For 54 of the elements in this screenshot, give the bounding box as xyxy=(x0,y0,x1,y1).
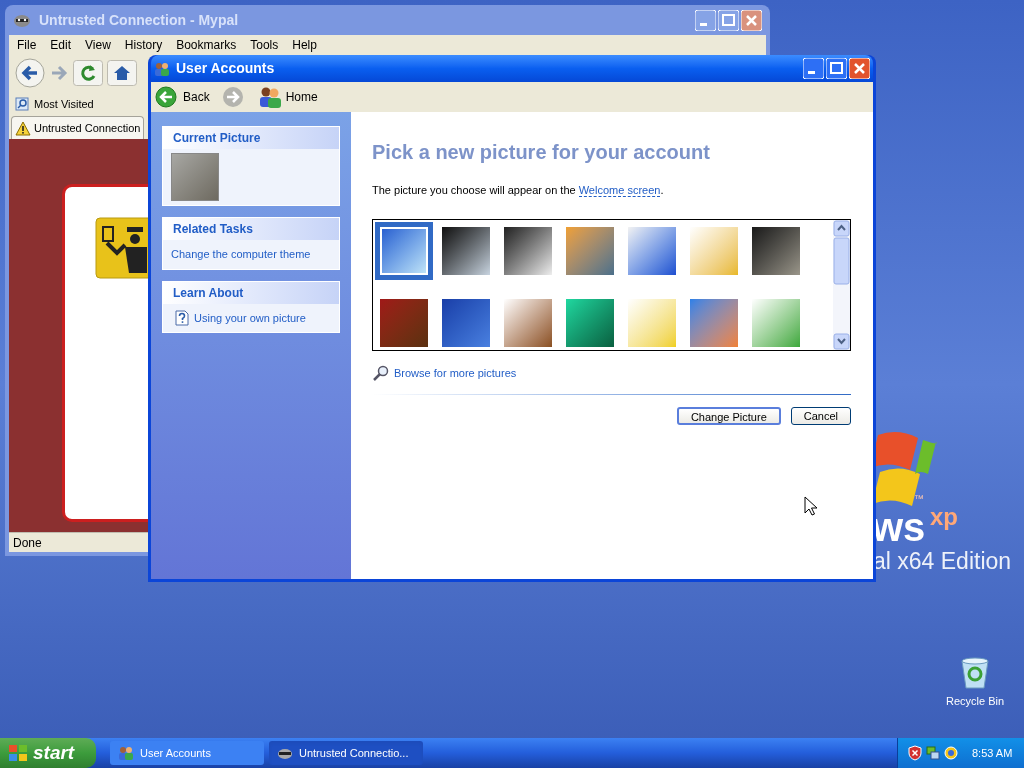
trademark-mark: ™ xyxy=(914,494,924,504)
task-link[interactable]: Change the computer theme xyxy=(171,244,331,265)
windows-flag-icon xyxy=(8,744,28,762)
menu-item[interactable]: Tools xyxy=(250,36,279,54)
description-text: The picture you choose will appear on the Welcome screen. xyxy=(372,183,665,199)
shield-icon[interactable] xyxy=(908,745,922,761)
panel-title: Current Picture xyxy=(163,127,339,149)
mouse-pointer-icon xyxy=(804,496,817,516)
photo-placeholder xyxy=(171,153,219,201)
warning-icon xyxy=(15,120,31,136)
maximize-icon[interactable] xyxy=(826,58,847,79)
menu-item[interactable]: Bookmarks xyxy=(176,36,237,54)
menu-item[interactable]: Edit xyxy=(50,36,72,54)
recycle-bin-icon[interactable] xyxy=(959,655,991,689)
clock-text: 8:53 AM xyxy=(972,745,1013,761)
scrollbar-drawing[interactable] xyxy=(833,219,850,350)
reload-icon[interactable] xyxy=(73,60,103,86)
minimize-icon[interactable] xyxy=(803,58,824,79)
menu-item[interactable]: View xyxy=(85,36,111,54)
logo-superscript: xp xyxy=(930,505,958,529)
dialog-button[interactable]: Cancel xyxy=(790,406,851,425)
start-button[interactable]: start xyxy=(0,738,96,768)
users-icon xyxy=(118,745,134,761)
minimize-icon[interactable] xyxy=(695,9,716,31)
window-title: Untrusted Connection - Mypal xyxy=(39,10,239,30)
taskbar-button[interactable]: User Accounts xyxy=(110,741,264,765)
maximize-icon[interactable] xyxy=(718,9,739,31)
browse-link[interactable]: Browse for more pictures xyxy=(394,364,517,382)
back-icon[interactable] xyxy=(15,58,45,88)
magnifier-page-icon xyxy=(15,97,29,111)
panel-title: Related Tasks xyxy=(163,218,339,240)
desktop-icon-label[interactable]: Recycle Bin xyxy=(945,693,1005,710)
dialog-button[interactable]: Change Picture xyxy=(676,406,781,425)
page-heading: Pick a new picture for your account xyxy=(372,142,711,162)
picture-tile[interactable] xyxy=(375,221,433,280)
window-title: User Accounts xyxy=(176,59,275,78)
taskbar-button[interactable]: Untrusted Connectio... xyxy=(269,741,423,765)
help-page-icon xyxy=(175,309,189,326)
menu-item[interactable]: File xyxy=(17,36,37,54)
home-button[interactable]: Home xyxy=(257,86,318,108)
search-icon xyxy=(372,364,389,382)
panel-title: Learn About xyxy=(163,281,339,304)
browser-tab[interactable]: Untrusted Connection xyxy=(11,116,145,139)
network-icon[interactable] xyxy=(926,745,940,761)
users-icon xyxy=(154,60,170,77)
help-link[interactable]: Using your own picture xyxy=(194,309,306,326)
close-icon[interactable] xyxy=(849,58,870,79)
menu-item[interactable]: History xyxy=(124,36,163,54)
home-icon[interactable] xyxy=(107,60,137,86)
close-icon[interactable] xyxy=(741,9,762,31)
users-icon xyxy=(257,86,282,108)
bookmark-item[interactable]: Most Visited xyxy=(15,95,94,113)
menu-item[interactable]: Help xyxy=(292,36,317,54)
back-button[interactable]: Back xyxy=(155,86,210,108)
